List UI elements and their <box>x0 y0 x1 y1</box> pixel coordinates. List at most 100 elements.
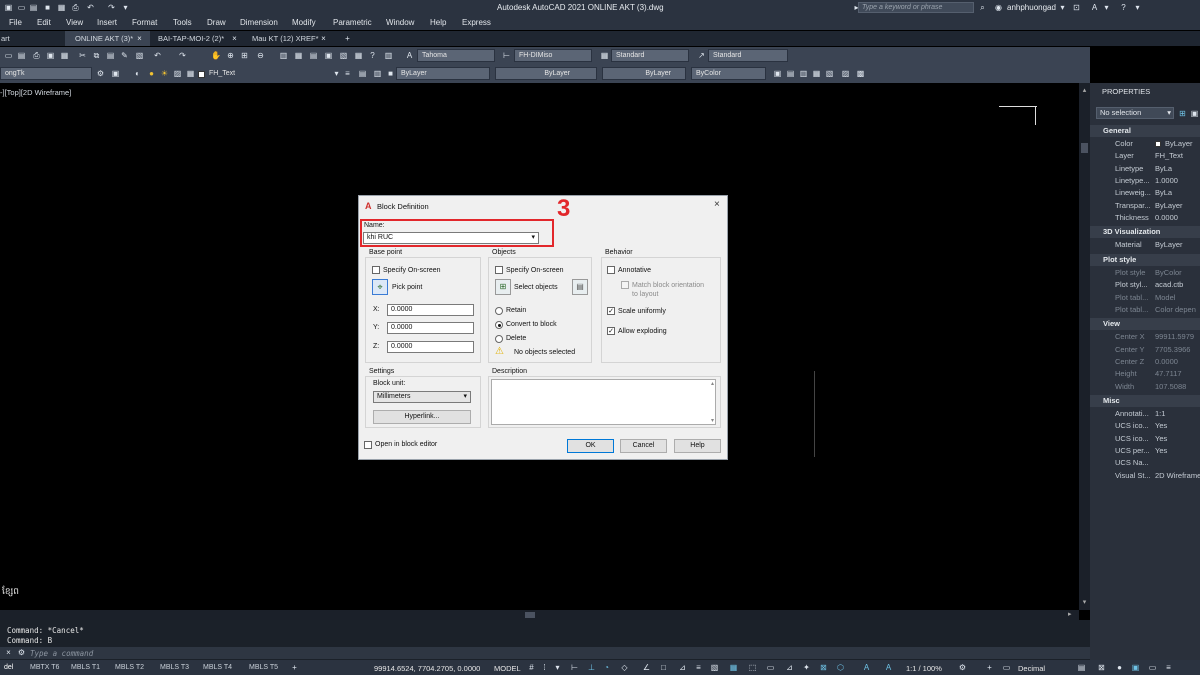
layer-state-icon[interactable]: ▥ <box>373 69 382 78</box>
help-dropdown-icon[interactable]: ▾ <box>1133 3 1142 12</box>
scroll-right-icon[interactable]: ▸ <box>1068 610 1077 620</box>
property-row[interactable]: Height 47.7117 <box>1096 368 1200 380</box>
scroll-up-icon[interactable]: ▴ <box>711 380 714 387</box>
plot-layer-icon[interactable]: ▦ <box>186 69 195 78</box>
convert-radio[interactable] <box>495 321 503 329</box>
close-icon[interactable]: × <box>319 34 328 43</box>
property-row[interactable]: Thickness 0.0000 <box>1096 212 1200 224</box>
section-header-misc[interactable]: Misc <box>1090 394 1200 407</box>
pan-icon[interactable]: ✋ <box>211 51 221 60</box>
table-style-icon[interactable]: ▦ <box>600 51 609 60</box>
property-row[interactable]: Plot tabl... Color depen <box>1096 304 1200 316</box>
retain-radio[interactable] <box>495 307 503 315</box>
properties-icon[interactable]: ▥ <box>279 51 288 60</box>
y-input[interactable]: 0.0000 <box>387 322 474 334</box>
layout-tab[interactable]: MBLS T5 <box>249 664 278 671</box>
section-header-view[interactable]: View <box>1090 318 1200 331</box>
sheet-set-icon[interactable]: ▣ <box>324 51 333 60</box>
hardware-acceleration-icon[interactable]: ▣ <box>1131 663 1140 672</box>
lock-ui-icon[interactable]: ⊠ <box>1097 663 1106 672</box>
command-input[interactable]: × ⚙ Type a command <box>0 647 1090 659</box>
help-icon[interactable]: ? <box>1119 3 1128 12</box>
add-layout-icon[interactable]: + <box>290 663 299 672</box>
menu-view[interactable]: View <box>66 18 83 27</box>
match-orientation-checkbox[interactable] <box>621 281 629 289</box>
property-row[interactable]: Transpar... ByLayer <box>1096 200 1200 212</box>
units-icon[interactable]: ▭ <box>1002 663 1011 672</box>
horizontal-scrollbar[interactable]: ▸ <box>0 610 1079 620</box>
user-icon[interactable]: ◉ <box>994 3 1003 12</box>
select-objects-button[interactable]: ⊞ <box>495 279 511 295</box>
objects-specify-checkbox[interactable] <box>495 266 503 274</box>
menu-format[interactable]: Format <box>132 18 157 27</box>
property-row[interactable]: Linetype ByLa <box>1096 163 1200 175</box>
scroll-up-icon[interactable]: ▴ <box>1080 86 1089 94</box>
layer-previous-icon[interactable]: ▤ <box>358 69 367 78</box>
ok-button[interactable]: OK <box>567 439 614 453</box>
redo-icon[interactable]: ↷ <box>178 51 187 60</box>
calc-icon[interactable]: ▦ <box>354 51 363 60</box>
dropdown-icon[interactable]: ▾ <box>121 3 130 12</box>
quick-select-button[interactable]: ▤ <box>572 279 588 295</box>
property-row[interactable]: Visual St... 2D Wireframe <box>1096 470 1200 482</box>
menu-help[interactable]: Help <box>430 18 446 27</box>
units-display[interactable]: Decimal <box>1018 664 1045 673</box>
make-current-icon[interactable]: ≡ <box>343 69 352 78</box>
color-icon[interactable]: ■ <box>386 69 395 78</box>
scale-uniformly-checkbox[interactable]: ✓ <box>607 307 615 315</box>
menu-parametric[interactable]: Parametric <box>333 18 372 27</box>
auto-scale-icon[interactable]: A <box>884 663 893 672</box>
gizmo-icon[interactable]: ✦ <box>802 663 811 672</box>
coordinates[interactable]: 99914.6524, 7704.2705, 0.0000 <box>374 664 480 673</box>
hyperlink-button[interactable]: Hyperlink... <box>373 410 471 424</box>
dynamic-ucs-icon[interactable]: ⊿ <box>678 663 687 672</box>
tab-bai-tap[interactable]: BAI-TAP-MOI-2 (2)* <box>158 34 224 43</box>
redo-icon[interactable]: ↷ <box>107 3 116 12</box>
annotative-checkbox[interactable] <box>607 266 615 274</box>
property-row[interactable]: Color ByLayer <box>1096 138 1200 150</box>
scroll-down-icon[interactable]: ▾ <box>1080 598 1089 606</box>
tab-start[interactable]: art <box>1 34 10 43</box>
osnap-icon[interactable]: □ <box>659 663 668 672</box>
user-name[interactable]: anhphuongad <box>1007 3 1056 12</box>
share-dropdown-icon[interactable]: ▾ <box>1102 3 1111 12</box>
tab-mau-kt[interactable]: Mau KT (12) XREF* <box>252 34 319 43</box>
property-row[interactable]: Annotati... 1:1 <box>1096 408 1200 420</box>
color-select[interactable]: ByLayer <box>396 67 490 80</box>
app-menu-icon[interactable]: ▣ <box>4 3 13 12</box>
property-row[interactable]: Width 107.5088 <box>1096 381 1200 393</box>
scroll-down-icon[interactable]: ▾ <box>711 417 714 424</box>
draworder-under-icon[interactable]: ▦ <box>812 69 821 78</box>
grid-icon[interactable]: # <box>527 663 536 672</box>
saveas-icon[interactable]: ▦ <box>57 3 66 12</box>
new-tab-icon[interactable]: + <box>343 34 352 43</box>
new-icon[interactable]: ▭ <box>17 3 26 12</box>
markup-icon[interactable]: ▧ <box>339 51 348 60</box>
open-icon[interactable]: ▤ <box>29 3 38 12</box>
zoom-realtime-icon[interactable]: ⊕ <box>226 51 235 60</box>
close-icon[interactable]: × <box>135 34 144 43</box>
cut-icon[interactable]: ✂ <box>78 51 87 60</box>
gear-icon[interactable]: ⚙ <box>958 663 967 672</box>
help-icon[interactable]: ? <box>368 51 377 60</box>
layout-tab-model[interactable]: del <box>4 664 13 671</box>
print-icon[interactable]: ⎙ <box>32 51 41 60</box>
x-input[interactable]: 0.0000 <box>387 304 474 316</box>
annotation-scale-icon[interactable]: A <box>862 663 871 672</box>
menu-draw[interactable]: Draw <box>207 18 226 27</box>
isodraft-icon[interactable]: ◇ <box>620 663 629 672</box>
scroll-thumb[interactable] <box>525 612 535 618</box>
dynamic-input-icon[interactable]: ▭ <box>766 663 775 672</box>
menu-dimension[interactable]: Dimension <box>240 18 278 27</box>
menu-insert[interactable]: Insert <box>97 18 117 27</box>
viewport-controls[interactable]: -][Top][2D Wireframe] <box>0 88 71 97</box>
pick-point-label[interactable]: Pick point <box>392 284 422 291</box>
text-style-select[interactable]: Tahoma <box>417 49 495 62</box>
property-row[interactable]: UCS per... Yes <box>1096 445 1200 457</box>
draworder-front-icon[interactable]: ▣ <box>773 69 782 78</box>
dropdown-icon[interactable]: ▾ <box>553 663 562 672</box>
search-input[interactable]: Type a keyword or phrase <box>858 2 974 13</box>
workspace-select[interactable]: ongTk <box>0 67 92 80</box>
plotstyle-select[interactable]: ByColor <box>691 67 766 80</box>
block-unit-select[interactable]: Millimeters ▾ <box>373 391 471 403</box>
